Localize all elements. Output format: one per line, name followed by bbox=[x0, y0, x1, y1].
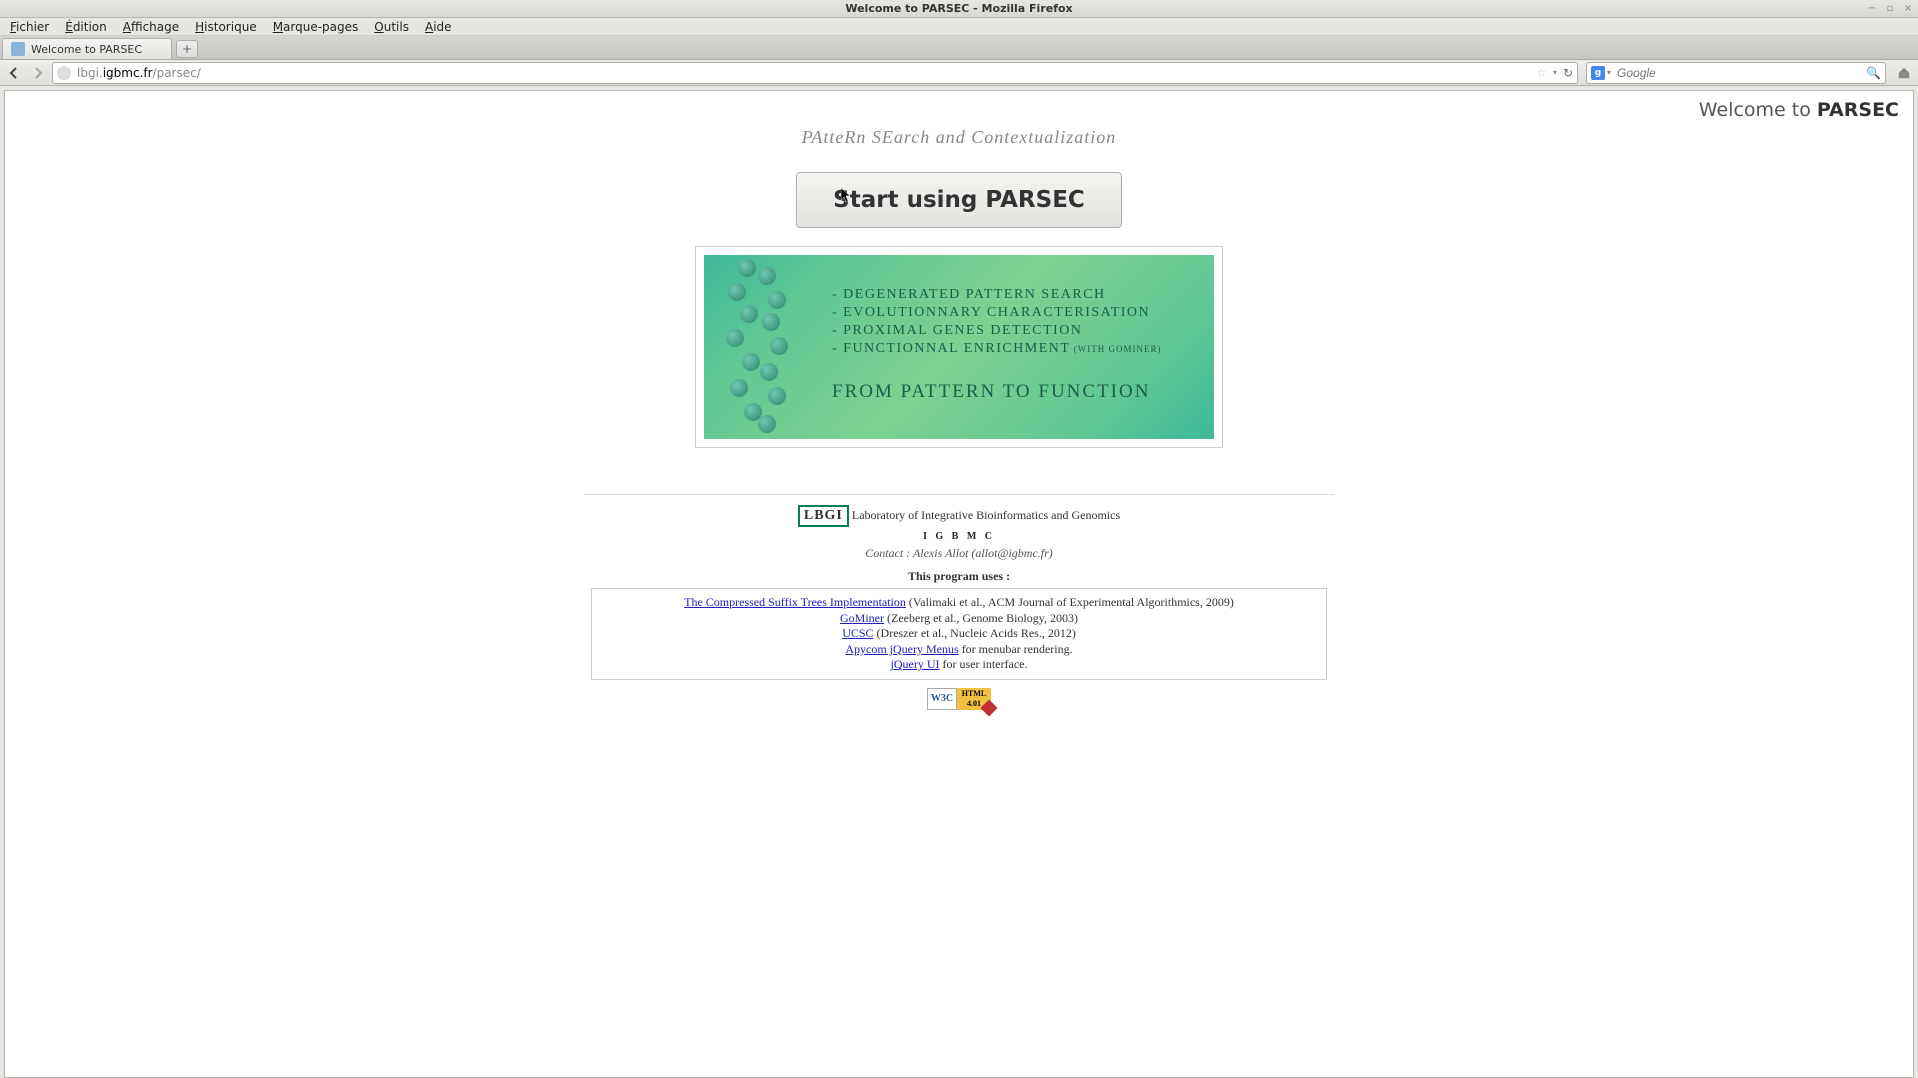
banner: - DEGENERATED PATTERN SEARCH - EVOLUTION… bbox=[704, 255, 1214, 439]
credit-link-ucsc[interactable]: UCSC bbox=[842, 626, 873, 640]
reload-icon[interactable]: ↻ bbox=[1563, 66, 1573, 80]
window-controls: − ▫ × bbox=[1866, 2, 1914, 14]
banner-feature-3: - PROXIMAL GENES DETECTION bbox=[832, 323, 1161, 339]
menu-fichier[interactable]: Fichier bbox=[2, 19, 57, 35]
credit-1: The Compressed Suffix Trees Implementati… bbox=[598, 595, 1320, 611]
igbmc-label: I G B M C bbox=[13, 531, 1905, 542]
tabbar: Welcome to PARSEC + bbox=[0, 36, 1918, 60]
footer: LBGI Laboratory of Integrative Bioinform… bbox=[13, 505, 1905, 710]
credits-box: The Compressed Suffix Trees Implementati… bbox=[591, 588, 1327, 680]
search-engine-dropdown-icon[interactable]: ▾ bbox=[1607, 68, 1611, 77]
credit-3: UCSC (Dreszer et al., Nucleic Acids Res.… bbox=[598, 626, 1320, 642]
menu-marque-pages[interactable]: Marque-pages bbox=[265, 19, 367, 35]
contact-info: Contact : Alexis Allot (allot@igbmc.fr) bbox=[13, 546, 1905, 561]
minimize-icon[interactable]: − bbox=[1866, 2, 1878, 14]
menu-historique[interactable]: Historique bbox=[187, 19, 265, 35]
html401-badge: HTML4.01 bbox=[957, 688, 991, 710]
credit-5: jQuery UI for user interface. bbox=[598, 657, 1320, 673]
search-input[interactable] bbox=[1617, 66, 1866, 80]
home-button[interactable] bbox=[1894, 63, 1914, 83]
menu-affichage[interactable]: Affichage bbox=[115, 19, 187, 35]
banner-feature-2: - EVOLUTIONNARY CHARACTERISATION bbox=[832, 305, 1161, 321]
lbgi-logo: LBGI bbox=[798, 505, 849, 527]
credit-4: Apycom jQuery Menus for menubar renderin… bbox=[598, 642, 1320, 658]
divider bbox=[584, 494, 1334, 495]
navigation-toolbar: lbgi.igbmc.fr/parsec/ ☆ ▾ ↻ g ▾ 🔍 bbox=[0, 60, 1918, 86]
window-titlebar: Welcome to PARSEC - Mozilla Firefox − ▫ … bbox=[0, 0, 1918, 18]
credit-2: GoMiner (Zeeberg et al., Genome Biology,… bbox=[598, 611, 1320, 627]
maximize-icon[interactable]: ▫ bbox=[1884, 2, 1896, 14]
banner-feature-1: - DEGENERATED PATTERN SEARCH bbox=[832, 287, 1161, 303]
uses-label: This program uses : bbox=[13, 569, 1905, 584]
site-identity-icon[interactable] bbox=[57, 66, 71, 80]
arrow-right-icon bbox=[32, 67, 44, 79]
banner-text: - DEGENERATED PATTERN SEARCH - EVOLUTION… bbox=[832, 285, 1161, 403]
search-bar[interactable]: g ▾ 🔍 bbox=[1586, 62, 1886, 84]
menubar: Fichier Édition Affichage Historique Mar… bbox=[0, 18, 1918, 36]
w3c-logo: W3C bbox=[927, 688, 957, 710]
banner-tagline: FROM PATTERN TO FUNCTION bbox=[832, 381, 1161, 403]
page-title: Welcome to PARSEC bbox=[13, 99, 1905, 121]
back-button[interactable] bbox=[4, 63, 24, 83]
page-content: Welcome to PARSEC PAtteRn SEarch and Con… bbox=[4, 90, 1914, 1078]
banner-frame: - DEGENERATED PATTERN SEARCH - EVOLUTION… bbox=[695, 246, 1223, 448]
menu-aide[interactable]: Aide bbox=[417, 19, 460, 35]
banner-feature-4: - FUNCTIONNAL ENRICHMENT (WITH GOMINER) bbox=[832, 341, 1161, 357]
dropdown-icon[interactable]: ▾ bbox=[1553, 68, 1557, 77]
url-text: lbgi.igbmc.fr/parsec/ bbox=[77, 66, 1536, 80]
menu-outils[interactable]: Outils bbox=[366, 19, 417, 35]
home-icon bbox=[1897, 66, 1911, 80]
close-icon[interactable]: × bbox=[1902, 2, 1914, 14]
bookmark-star-icon[interactable]: ☆ bbox=[1536, 66, 1547, 80]
tab-parsec[interactable]: Welcome to PARSEC bbox=[2, 38, 172, 59]
credit-link-suffix-trees[interactable]: The Compressed Suffix Trees Implementati… bbox=[684, 595, 906, 609]
dna-illustration bbox=[718, 255, 818, 439]
window-title: Welcome to PARSEC - Mozilla Firefox bbox=[845, 2, 1072, 15]
new-tab-button[interactable]: + bbox=[176, 40, 198, 58]
arrow-left-icon bbox=[8, 67, 20, 79]
google-icon[interactable]: g bbox=[1591, 66, 1605, 80]
url-actions: ☆ ▾ ↻ bbox=[1536, 66, 1573, 80]
tab-title: Welcome to PARSEC bbox=[31, 43, 142, 56]
credit-link-gominer[interactable]: GoMiner bbox=[840, 611, 884, 625]
lab-name: Laboratory of Integrative Bioinformatics… bbox=[852, 508, 1120, 522]
credit-link-jqueryui[interactable]: jQuery UI bbox=[891, 657, 940, 671]
w3c-html-badge[interactable]: W3CHTML4.01 bbox=[926, 688, 992, 710]
credit-link-apycom[interactable]: Apycom jQuery Menus bbox=[845, 642, 958, 656]
start-using-parsec-button[interactable]: Start using PARSEC bbox=[796, 172, 1122, 228]
page-subtitle: PAtteRn SEarch and Contextualization bbox=[13, 127, 1905, 148]
url-bar[interactable]: lbgi.igbmc.fr/parsec/ ☆ ▾ ↻ bbox=[52, 62, 1578, 84]
menu-edition[interactable]: Édition bbox=[57, 19, 115, 35]
search-icon[interactable]: 🔍 bbox=[1866, 66, 1881, 80]
checkmark-icon bbox=[981, 699, 998, 716]
forward-button[interactable] bbox=[28, 63, 48, 83]
